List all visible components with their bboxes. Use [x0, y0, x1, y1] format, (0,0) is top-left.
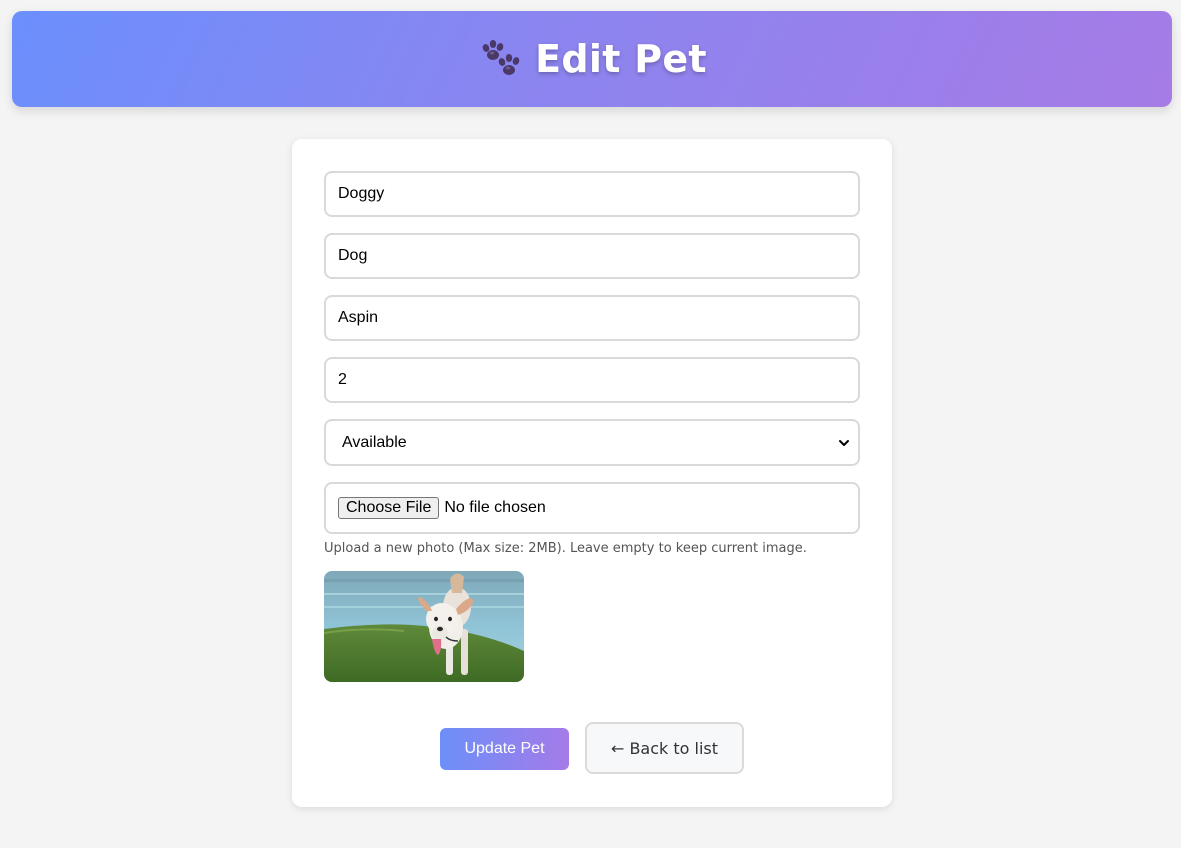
- current-pet-photo: [324, 571, 524, 682]
- page-header: Edit Pet: [12, 11, 1172, 107]
- pet-name-input[interactable]: [324, 171, 860, 217]
- photo-file-input[interactable]: Choose File No file chosen: [324, 482, 860, 534]
- status-selected-value: Available: [342, 433, 407, 451]
- choose-file-button[interactable]: Choose File: [338, 497, 440, 519]
- edit-pet-form: Available Choose File No file chosen Upl…: [292, 139, 892, 807]
- header-title-group: Edit Pet: [477, 37, 707, 81]
- pet-breed-input[interactable]: [324, 295, 860, 341]
- chevron-down-icon: [838, 438, 850, 448]
- file-status-text: No file chosen: [444, 499, 546, 516]
- pet-age-input[interactable]: [324, 357, 860, 403]
- status-select[interactable]: Available: [324, 419, 860, 466]
- update-pet-button[interactable]: Update Pet: [440, 728, 569, 770]
- pet-species-input[interactable]: [324, 233, 860, 279]
- paw-icon: [477, 39, 521, 79]
- back-to-list-button[interactable]: ← Back to list: [585, 722, 744, 774]
- page-title: Edit Pet: [535, 37, 707, 81]
- upload-hint: Upload a new photo (Max size: 2MB). Leav…: [324, 541, 807, 556]
